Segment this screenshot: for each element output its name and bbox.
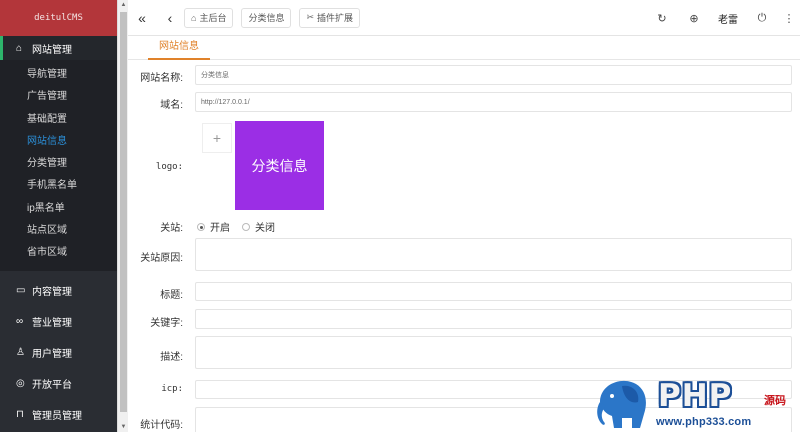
- home-icon: ⌂: [16, 42, 23, 54]
- menu-group-users[interactable]: ♙ 用户管理: [0, 337, 117, 368]
- site-name-input[interactable]: 分类信息: [195, 65, 792, 85]
- row-site-name: 网站名称: 分类信息: [128, 65, 800, 85]
- icp-label: icp:: [161, 384, 183, 394]
- stats-code-label: 统计代码:: [140, 420, 183, 431]
- content-tabs: 网站信息: [128, 36, 800, 60]
- sidebar-item-ads[interactable]: 广告管理: [0, 86, 117, 108]
- menu-group-label: 网站管理: [32, 44, 72, 56]
- sidebar-scrollbar[interactable]: ▲ ▼: [117, 0, 128, 432]
- radio-open[interactable]: [197, 222, 205, 231]
- menu-group-label: 管理员管理: [32, 410, 82, 422]
- more-icon[interactable]: ⋮: [778, 12, 800, 25]
- close-site-radio-group: 开启 关闭: [197, 219, 287, 234]
- tab-label: 主后台: [199, 13, 227, 23]
- watermark-yuanma: 源码: [764, 395, 786, 407]
- scrollbar-thumb[interactable]: [120, 12, 127, 412]
- logo-preview[interactable]: 分类信息: [235, 121, 324, 210]
- domain-input[interactable]: http://127.0.0.1/: [195, 92, 792, 112]
- brand-logo[interactable]: deitulCMS: [0, 0, 117, 36]
- tab-label: 插件扩展: [317, 13, 354, 23]
- site-name-label: 网站名称:: [140, 73, 183, 84]
- title-label: 标题:: [160, 290, 183, 301]
- menu-group-label: 内容管理: [32, 286, 72, 298]
- submenu: 导航管理 广告管理 基础配置 网站信息 分类管理 手机黑名单 ip黑名单 站点区…: [0, 60, 117, 271]
- sidebar-item-basic-config[interactable]: 基础配置: [0, 109, 117, 131]
- logo-preview-text: 分类信息: [251, 157, 308, 174]
- description-label: 描述:: [160, 352, 183, 363]
- lock-icon: ⊓: [16, 408, 24, 420]
- sidebar-item-site-info[interactable]: 网站信息: [0, 131, 117, 153]
- sidebar-item-phone-blacklist[interactable]: 手机黑名单: [0, 175, 117, 197]
- link-icon: ∞: [16, 315, 24, 327]
- close-reason-label: 关站原因:: [140, 253, 183, 264]
- refresh-icon[interactable]: ↻: [646, 12, 678, 25]
- topbar-right: ↻ ⊕ 老雷 ⏻ ⋮: [646, 0, 800, 36]
- tab-main-console[interactable]: ⌂ 主后台: [184, 7, 234, 28]
- keywords-input[interactable]: [195, 309, 792, 329]
- user-icon: ♙: [16, 346, 25, 358]
- menu-group-business[interactable]: ∞ 营业管理: [0, 306, 117, 337]
- tab-site-info[interactable]: 网站信息: [148, 36, 210, 60]
- radio-open-label[interactable]: 开启: [210, 219, 230, 234]
- keywords-label: 关键字:: [150, 318, 183, 329]
- sidebar-item-ip-blacklist[interactable]: ip黑名单: [0, 198, 117, 220]
- domain-label: 域名:: [160, 100, 183, 111]
- sidebar: deitulCMS ⌂ 网站管理 导航管理 广告管理 基础配置 网站信息 分类管…: [0, 0, 117, 432]
- globe-icon[interactable]: ⊕: [678, 12, 710, 25]
- menu-group-label: 用户管理: [32, 348, 72, 360]
- sidebar-item-province-region[interactable]: 省市区域: [0, 242, 117, 264]
- tab-plugin-extension[interactable]: ✂ 插件扩展: [299, 7, 361, 28]
- close-site-label: 关站:: [160, 223, 183, 234]
- row-domain: 域名: http://127.0.0.1/: [128, 92, 800, 112]
- sidebar-item-nav[interactable]: 导航管理: [0, 64, 117, 86]
- platform-icon: ◎: [16, 377, 25, 389]
- upload-plus-icon[interactable]: +: [202, 123, 232, 153]
- plugin-icon: ✂: [306, 12, 315, 22]
- sidebar-groups: ▭ 内容管理 ∞ 营业管理 ♙ 用户管理 ◎ 开放平台 ⊓ 管理员管理: [0, 275, 117, 430]
- radio-close[interactable]: [242, 222, 250, 231]
- description-textarea[interactable]: [195, 336, 792, 369]
- home-icon: ⌂: [191, 12, 197, 23]
- elephant-logo-icon: [597, 380, 646, 428]
- title-input[interactable]: [195, 282, 792, 301]
- logo-label: logo:: [155, 162, 183, 172]
- watermark-url: www.php333.com: [656, 416, 752, 428]
- power-icon[interactable]: ⏻: [746, 12, 778, 25]
- back-icon[interactable]: ‹: [156, 10, 184, 26]
- watermark: PHP 源码 www.php333.com: [592, 372, 800, 432]
- menu-group-admin[interactable]: ⊓ 管理员管理: [0, 399, 117, 430]
- card-icon: ▭: [16, 284, 26, 296]
- collapse-sidebar-icon[interactable]: «: [128, 10, 156, 26]
- username[interactable]: 老雷: [710, 11, 746, 26]
- radio-close-label[interactable]: 关闭: [255, 219, 275, 234]
- tab-label: 分类信息: [248, 13, 285, 23]
- menu-group-site-management[interactable]: ⌂ 网站管理: [0, 36, 117, 60]
- menu-group-label: 开放平台: [32, 379, 72, 391]
- close-reason-textarea[interactable]: [195, 238, 792, 271]
- topbar: « ‹ ⌂ 主后台 分类信息 ✂ 插件扩展 ↻ ⊕ 老雷 ⏻ ⋮: [128, 0, 800, 36]
- tab-category-info[interactable]: 分类信息: [241, 7, 292, 28]
- menu-group-platform[interactable]: ◎ 开放平台: [0, 368, 117, 399]
- watermark-php: PHP: [658, 378, 733, 414]
- menu-group-content[interactable]: ▭ 内容管理: [0, 275, 117, 306]
- sidebar-item-site-region[interactable]: 站点区域: [0, 220, 117, 242]
- menu-group-label: 营业管理: [32, 317, 72, 329]
- sidebar-item-category[interactable]: 分类管理: [0, 153, 117, 175]
